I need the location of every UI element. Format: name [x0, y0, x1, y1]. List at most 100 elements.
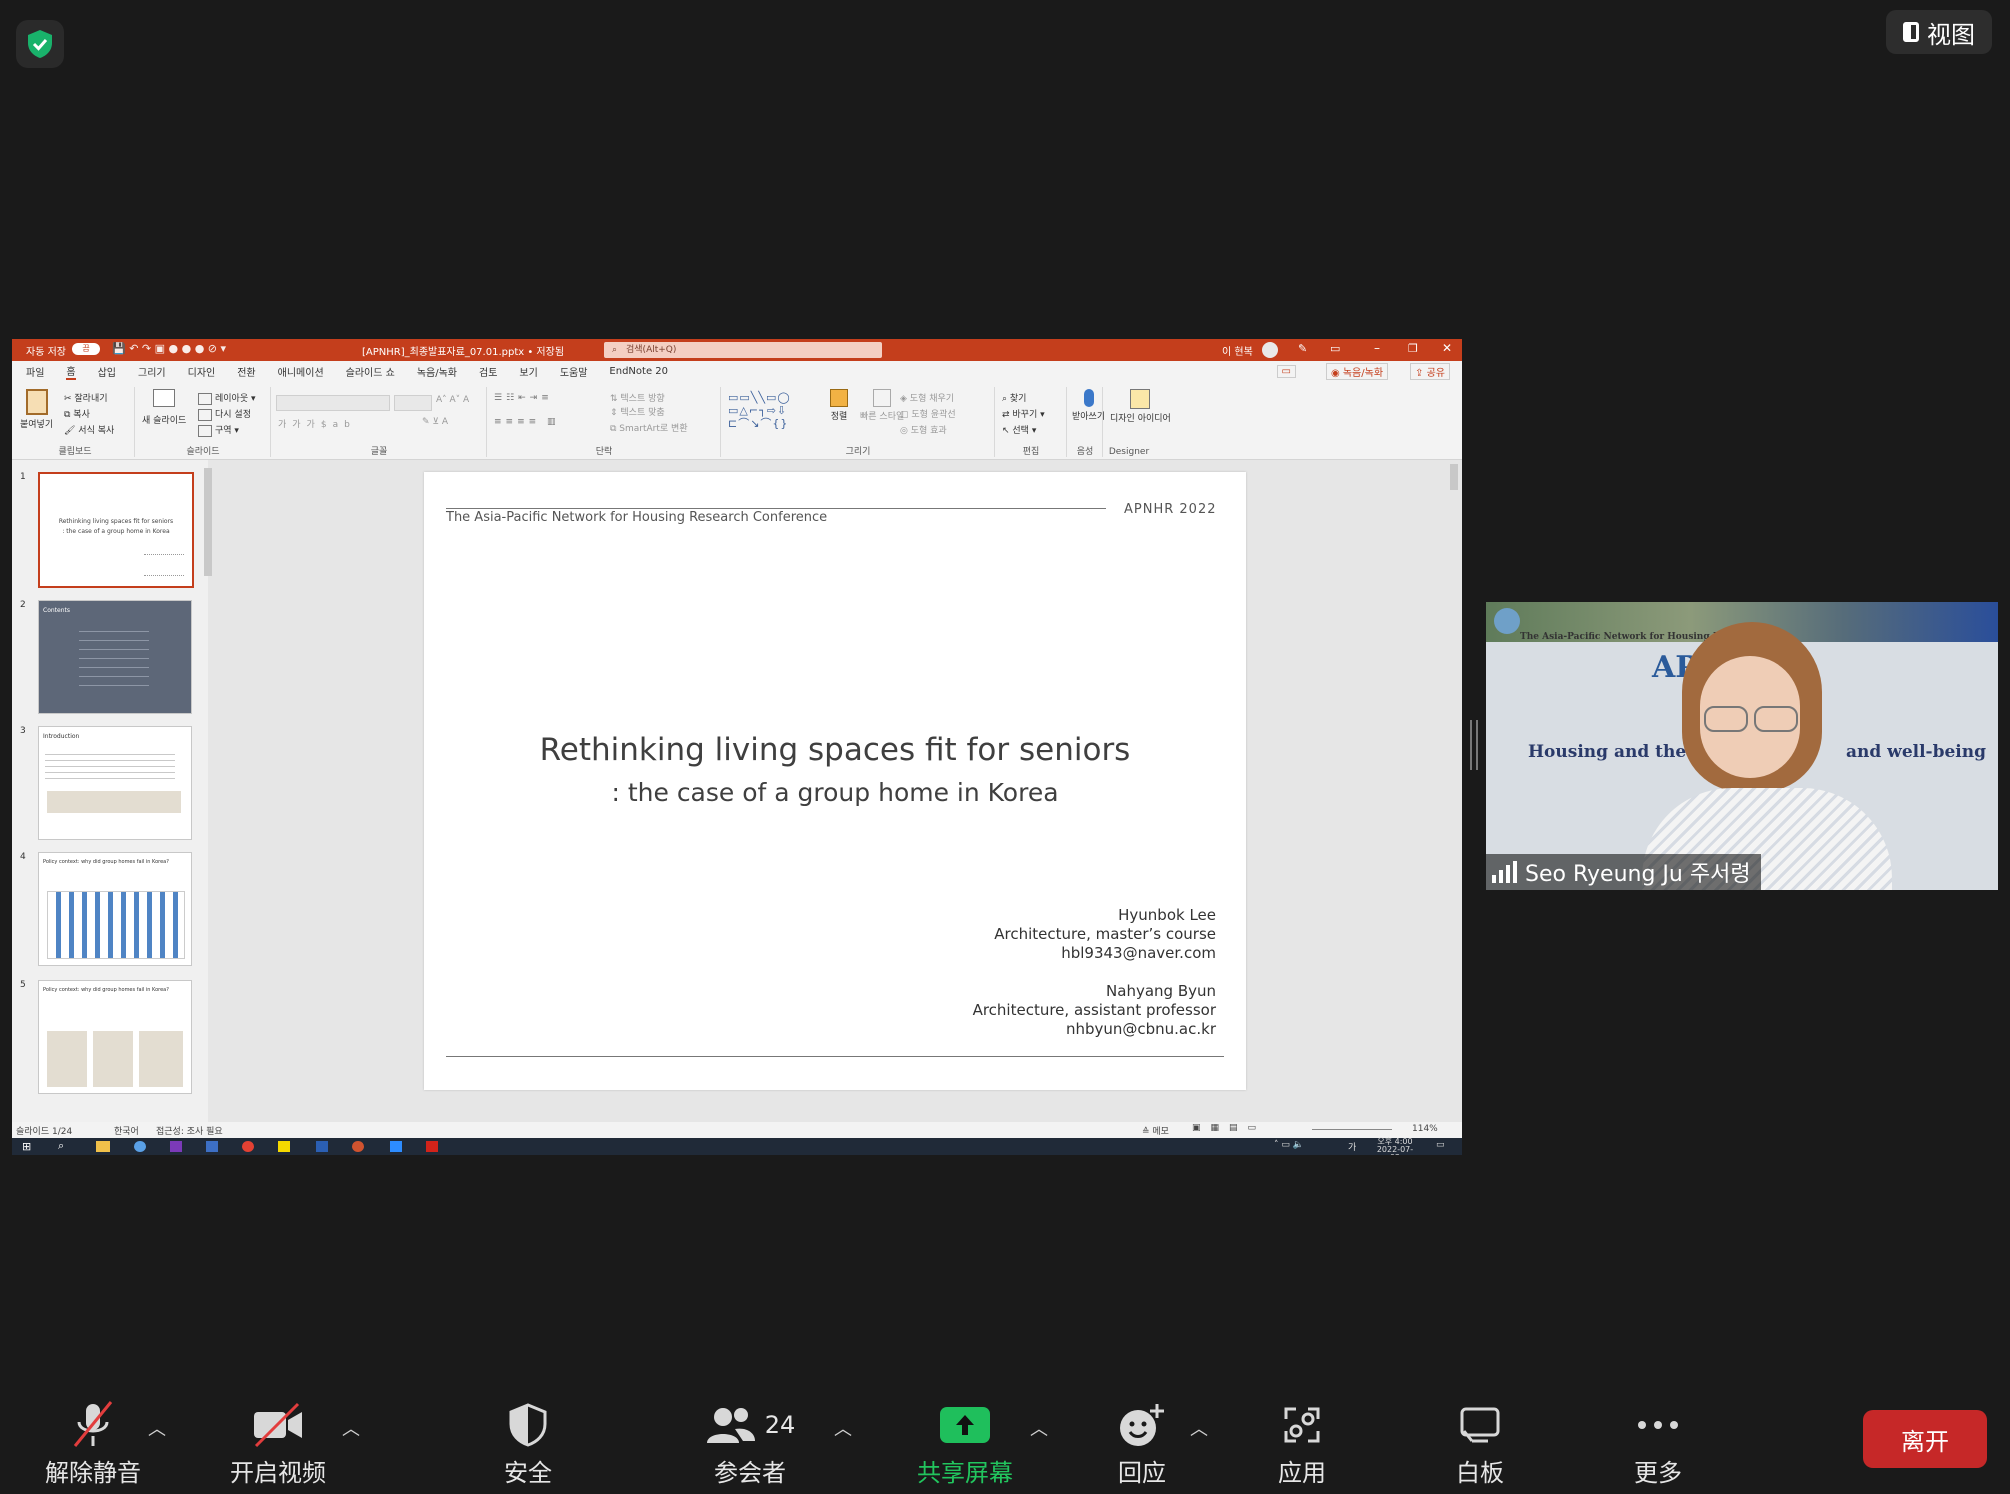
- menu-file[interactable]: 파일: [26, 364, 44, 379]
- font-name-select[interactable]: [276, 395, 390, 411]
- zoom-slider[interactable]: [1312, 1129, 1392, 1130]
- slide-thumbnail[interactable]: Contents: [38, 600, 192, 714]
- slide-canvas[interactable]: The Asia-Pacific Network for Housing Res…: [424, 472, 1246, 1090]
- menu-endnote[interactable]: EndNote 20: [609, 366, 668, 377]
- copy-button[interactable]: ⧉ 복사: [64, 407, 90, 420]
- quick-access-icons[interactable]: 💾 ↶ ↷ ▣ ● ● ● ⊘ ▾: [112, 342, 226, 355]
- format-painter-button[interactable]: 🖌 서식 복사: [64, 423, 114, 436]
- zoom-level[interactable]: 114%: [1412, 1124, 1438, 1134]
- shape-outline-button[interactable]: ▢ 도형 윤곽선: [900, 407, 956, 420]
- app-icon[interactable]: [134, 1141, 146, 1152]
- word-icon[interactable]: [316, 1141, 328, 1152]
- accessibility-status[interactable]: 접근성: 조사 필요: [156, 1124, 223, 1137]
- slide-thumbnail[interactable]: Rethinking living spaces fit for seniors…: [38, 472, 194, 588]
- pen-icon[interactable]: ✎: [1298, 342, 1307, 355]
- windows-start-icon[interactable]: ⊞: [22, 1140, 31, 1153]
- dictate-button[interactable]: 받아쓰기: [1072, 389, 1105, 422]
- security-button[interactable]: 安全: [488, 1397, 568, 1488]
- kakaotalk-icon[interactable]: [278, 1141, 290, 1152]
- reactions-button[interactable]: 回应: [1102, 1397, 1182, 1488]
- start-video-button[interactable]: 开启视频: [220, 1397, 336, 1488]
- restore-icon[interactable]: ❐: [1408, 342, 1418, 355]
- share-options-chevron-icon[interactable]: ︿: [1030, 1415, 1048, 1441]
- apps-button[interactable]: 应用: [1262, 1397, 1342, 1488]
- menu-help[interactable]: 도움말: [560, 364, 588, 379]
- text-direction-button[interactable]: ⇅ 텍스트 방향: [610, 391, 665, 404]
- cut-button[interactable]: ✂ 잘라내기: [64, 391, 108, 404]
- clock[interactable]: 오후 4:002022-07-02: [1372, 1138, 1418, 1156]
- align-buttons[interactable]: ≡≡≡≡ ▥: [494, 417, 560, 427]
- participants-button[interactable]: 24 参会者: [690, 1397, 810, 1488]
- slide-thumbnail[interactable]: Policy context: why did group homes fail…: [38, 852, 192, 966]
- select-button[interactable]: ↖ 선택 ▾: [1002, 423, 1036, 436]
- tray-icons[interactable]: ˄ ▭ 🔈: [1274, 1140, 1304, 1150]
- comments-icon[interactable]: ▭: [1276, 364, 1296, 378]
- notes-button[interactable]: ≙ 메모: [1142, 1124, 1169, 1137]
- participants-options-chevron-icon[interactable]: ︿: [834, 1415, 852, 1441]
- notification-icon[interactable]: ▭: [1436, 1140, 1445, 1150]
- share-button[interactable]: ⇪ 공유: [1410, 362, 1450, 380]
- menu-home[interactable]: 홈: [66, 363, 76, 380]
- powerpoint-icon[interactable]: [352, 1141, 364, 1152]
- align-text-button[interactable]: ⇕ 텍스트 맞춤: [610, 405, 665, 418]
- onenote-icon[interactable]: [170, 1141, 182, 1152]
- whiteboard-button[interactable]: 白板: [1440, 1397, 1520, 1488]
- share-screen-button[interactable]: 共享屏幕: [906, 1397, 1024, 1488]
- close-icon[interactable]: ✕: [1442, 341, 1452, 355]
- record-button[interactable]: ◉ 녹음/녹화: [1325, 362, 1389, 380]
- list-buttons[interactable]: ☰☷⇤⇥≡: [494, 393, 553, 403]
- audio-options-chevron-icon[interactable]: ︿: [148, 1415, 166, 1441]
- font-size-select[interactable]: [394, 395, 432, 411]
- autosave-toggle[interactable]: 끔: [72, 343, 100, 355]
- app-icon[interactable]: [206, 1141, 218, 1152]
- font-size-buttons[interactable]: A˄ A˅ A: [436, 395, 469, 405]
- font-color-buttons[interactable]: ✎ ⊻ A: [422, 417, 448, 427]
- zoom-app-icon[interactable]: [390, 1141, 402, 1152]
- unmute-button[interactable]: 解除静音: [38, 1397, 148, 1488]
- design-ideas-button[interactable]: 디자인 아이디어: [1110, 389, 1171, 424]
- shape-effects-button[interactable]: ◎ 도형 효과: [900, 423, 947, 436]
- shape-fill-button[interactable]: ◈ 도형 채우기: [900, 391, 954, 404]
- menu-insert[interactable]: 삽입: [98, 364, 116, 379]
- menu-draw[interactable]: 그리기: [138, 364, 166, 379]
- layout-button[interactable]: 레이아웃 ▾: [198, 391, 256, 405]
- reset-button[interactable]: 다시 설정: [198, 407, 251, 421]
- user-avatar[interactable]: [1262, 342, 1278, 358]
- menu-animations[interactable]: 애니메이션: [278, 364, 324, 379]
- chrome-icon[interactable]: [242, 1141, 254, 1152]
- video-options-chevron-icon[interactable]: ︿: [342, 1415, 360, 1441]
- new-slide-button[interactable]: 새 슬라이드: [142, 389, 186, 426]
- smartart-button[interactable]: ⧉ SmartArt로 변환: [610, 421, 688, 434]
- menu-slideshow[interactable]: 슬라이드 쇼: [346, 364, 395, 379]
- replace-button[interactable]: ⇄ 바꾸기 ▾: [1002, 407, 1045, 420]
- file-explorer-icon[interactable]: [96, 1141, 110, 1152]
- menu-review[interactable]: 검토: [479, 364, 497, 379]
- paste-button[interactable]: 붙여넣기: [20, 389, 53, 430]
- reactions-options-chevron-icon[interactable]: ︿: [1190, 1415, 1208, 1441]
- ribbon-display-icon[interactable]: ▭: [1330, 342, 1340, 355]
- shapes-gallery[interactable]: ▭▭╲╲▭◯ ▭△⌐┐⇨⇩ ⊏⌒↘⌒{}: [728, 391, 824, 431]
- participant-video-tile[interactable]: The Asia-Pacific Network for Housing Res…: [1486, 602, 1998, 890]
- find-button[interactable]: ⌕ 찾기: [1002, 391, 1026, 404]
- font-style-buttons[interactable]: 가가가$ab: [278, 417, 356, 430]
- menu-view[interactable]: 보기: [519, 364, 537, 379]
- view-mode-buttons[interactable]: ▣▦▤▭: [1192, 1123, 1266, 1133]
- menu-record[interactable]: 녹음/녹화: [417, 364, 457, 379]
- menu-design[interactable]: 디자인: [188, 364, 216, 379]
- search-icon[interactable]: ⌕: [58, 1139, 64, 1153]
- minimize-icon[interactable]: –: [1374, 341, 1380, 355]
- quick-styles-button[interactable]: 빠른 스타일: [860, 389, 904, 422]
- slide-thumbnail[interactable]: Introduction: [38, 726, 192, 840]
- security-shield-icon[interactable]: [16, 20, 64, 68]
- more-button[interactable]: 更多: [1618, 1397, 1698, 1488]
- thumbnail-scrollbar[interactable]: [204, 468, 212, 576]
- menu-transitions[interactable]: 전환: [237, 364, 255, 379]
- section-button[interactable]: 구역 ▾: [198, 423, 239, 437]
- leave-button[interactable]: 离开: [1863, 1410, 1987, 1468]
- search-box[interactable]: ⌕ 검색(Alt+Q): [604, 342, 882, 358]
- view-button[interactable]: 视图: [1886, 10, 1992, 54]
- arrange-button[interactable]: 정렬: [830, 389, 848, 422]
- language[interactable]: 한국어: [114, 1124, 139, 1137]
- slide-scrollbar[interactable]: [1450, 464, 1458, 490]
- slide-thumbnail-pane[interactable]: 1 Rethinking living spaces fit for senio…: [12, 460, 212, 1122]
